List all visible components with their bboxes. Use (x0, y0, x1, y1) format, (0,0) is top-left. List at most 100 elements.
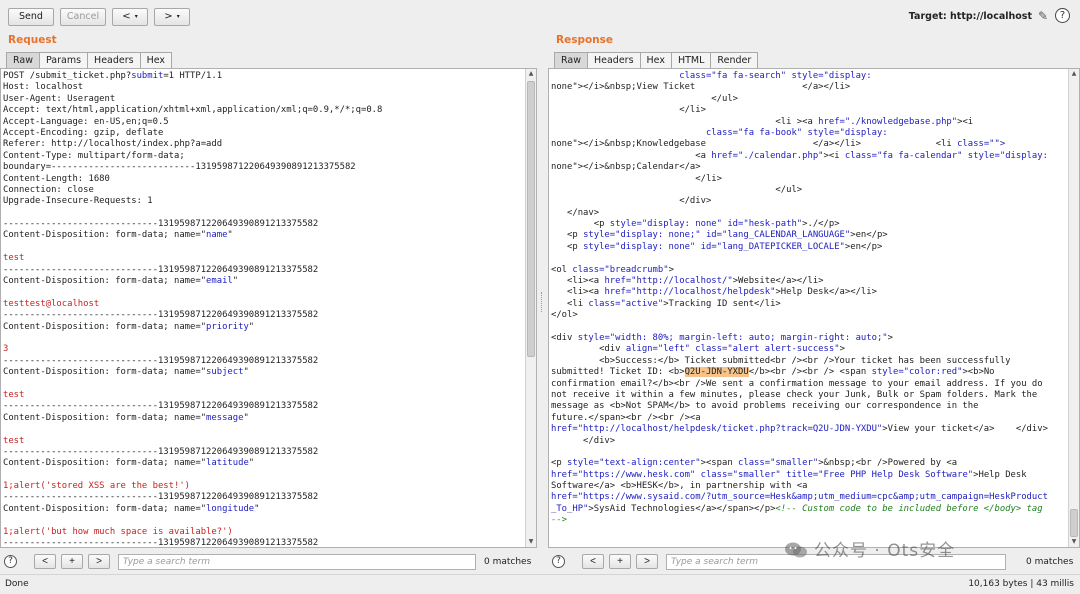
code-line: class="fa fa-book" style="display: (705, 127, 888, 138)
code-line: Content-Disposition: form-data; name="lo… (3, 503, 260, 514)
code-line: <li><a href="http://localhost/">Website<… (551, 276, 824, 287)
back-button[interactable]: < ▾ (112, 8, 148, 26)
code-line: <li><a href="http://localhost/helpdesk">… (551, 287, 877, 298)
chevron-down-icon: ▾ (134, 13, 138, 20)
response-editor[interactable]: class="fa fa-search" style="display: none… (548, 68, 1080, 548)
tab-headers[interactable]: Headers (586, 52, 641, 68)
request-body: POST /submit_ticket.php?submit=1 HTTP/1.… (1, 69, 536, 548)
code-line: 1;alert('but how much space is available… (3, 526, 233, 537)
code-line: test (3, 389, 25, 400)
code-line: <li class="active">Tracking ID sent</li> (551, 298, 781, 309)
request-editor[interactable]: POST /submit_ticket.php?submit=1 HTTP/1.… (0, 68, 537, 548)
code-line: <a href="./calendar.php"><i class="fa fa… (551, 150, 1048, 161)
request-title: Request (8, 34, 57, 46)
target-label: Target: http://localhost (908, 11, 1032, 22)
status-text: Done (5, 579, 29, 589)
tab-hex[interactable]: Hex (639, 52, 672, 68)
watermark-text: 公众号 · Ots安全 (814, 541, 956, 561)
tab-html[interactable]: HTML (670, 52, 712, 68)
scroll-thumb[interactable] (527, 81, 535, 357)
scroll-down-icon[interactable]: ▼ (526, 537, 536, 547)
code-line: <div align="left" class="alert alert-suc… (551, 344, 845, 355)
code-line: -----------------------------13195987122… (3, 219, 319, 230)
code-line: <p style="display: none" id="lang_DATEPI… (551, 241, 883, 252)
match-count: 0 matches (1026, 557, 1074, 567)
help-icon[interactable]: ? (4, 555, 17, 568)
toolbar: Send Cancel < ▾ > ▾ Target: http://localho… (0, 0, 1080, 32)
code-line: Content-Disposition: form-data; name="la… (3, 458, 255, 469)
code-line: test (3, 253, 25, 264)
code-line: Content-Disposition: form-data; name="pr… (3, 321, 255, 332)
request-search-bar: ? < + > 0 matches (0, 550, 537, 574)
tab-params[interactable]: Params (38, 52, 89, 68)
code-line: message as <b>Not SPAM</b> to avoid prob… (551, 401, 979, 412)
search-prev-button[interactable]: < (34, 554, 56, 569)
code-line: Software</a> <b>HESK</b>, in partnership… (551, 481, 808, 492)
cancel-button[interactable]: Cancel (60, 8, 106, 26)
tab-hex[interactable]: Hex (139, 52, 173, 68)
code-line: href="http://localhost/helpdesk/ticket.p… (551, 424, 1048, 435)
code-line: -----------------------------13195987122… (3, 492, 319, 503)
search-prev-button[interactable]: < (582, 554, 604, 569)
search-input[interactable] (118, 554, 476, 570)
panel-divider[interactable] (537, 32, 548, 574)
response-body: class="fa fa-search" style="display: none… (549, 69, 1079, 527)
pencil-icon[interactable]: ✎ (1036, 9, 1050, 23)
help-icon[interactable]: ? (552, 555, 565, 568)
request-panel: Request Raw Params Headers Hex POST /sub… (0, 32, 537, 574)
back-arrow-icon: < (122, 11, 131, 22)
code-line: </div> (551, 435, 616, 446)
search-add-button[interactable]: + (609, 554, 631, 569)
scroll-thumb[interactable] (1070, 509, 1078, 537)
search-next-button[interactable]: > (88, 554, 110, 569)
code-line: href="https://www.hesk.com" class="small… (551, 469, 1027, 480)
code-line: Content-Disposition: form-data; name="na… (3, 230, 233, 241)
tab-headers[interactable]: Headers (87, 52, 141, 68)
scroll-up-icon[interactable]: ▲ (1069, 69, 1079, 79)
code-line: boundary=---------------------------1319… (3, 162, 356, 173)
code-line: submitted! Ticket ID: <b>Q2U-JDN-YXDU</b… (551, 367, 995, 378)
help-icon[interactable]: ? (1055, 8, 1070, 23)
forward-button[interactable]: > ▾ (154, 8, 190, 26)
code-line: Content-Length: 1680 (3, 173, 110, 184)
code-line: class="fa fa-search" style="display: (679, 71, 872, 81)
search-add-button[interactable]: + (61, 554, 83, 569)
code-line: POST /submit_ticket.php?submit=1 HTTP/1.… (3, 71, 223, 81)
chevron-down-icon: ▾ (176, 13, 180, 20)
code-line: Referer: http://localhost/index.php?a=ad… (3, 139, 223, 150)
code-line: -----------------------------13195987122… (3, 538, 319, 548)
code-line: Content-Disposition: form-data; name="me… (3, 412, 249, 423)
code-line: confirmation email?</b><br />We sent a c… (551, 378, 1043, 389)
code-line: 3 (3, 344, 9, 355)
code-line: Accept: text/html,application/xhtml+xml,… (3, 105, 383, 116)
scroll-up-icon[interactable]: ▲ (526, 69, 536, 79)
response-scrollbar[interactable]: ▲ ▼ (1068, 69, 1079, 547)
code-line: </ul> (551, 184, 803, 195)
code-line: test (3, 435, 25, 446)
tab-render[interactable]: Render (710, 52, 759, 68)
code-line: </ol> (551, 310, 578, 321)
code-line: -----------------------------13195987122… (3, 446, 319, 457)
code-line: <p style="display: none" id="hesk-path">… (551, 219, 840, 230)
send-button[interactable]: Send (8, 8, 54, 26)
code-line: </li> (551, 173, 722, 184)
search-next-button[interactable]: > (636, 554, 658, 569)
code-line: Accept-Encoding: gzip, deflate (3, 127, 164, 138)
scroll-down-icon[interactable]: ▼ (1069, 537, 1079, 547)
tab-raw[interactable]: Raw (6, 52, 40, 68)
tab-raw[interactable]: Raw (554, 52, 588, 68)
code-line: none"></i>&nbsp;View Ticket </a></li> (551, 82, 851, 93)
code-line: <ol class="breadcrumb"> (551, 264, 674, 275)
request-scrollbar[interactable]: ▲ ▼ (525, 69, 536, 547)
response-title: Response (556, 34, 614, 46)
wechat-logo-icon (785, 542, 807, 558)
code-line: <li ><a href="./knowledgebase.php"><i (551, 116, 974, 127)
code-line: <p style="display: none;" id="lang_CALEN… (551, 230, 888, 241)
code-line: testtest@localhost (3, 298, 100, 309)
